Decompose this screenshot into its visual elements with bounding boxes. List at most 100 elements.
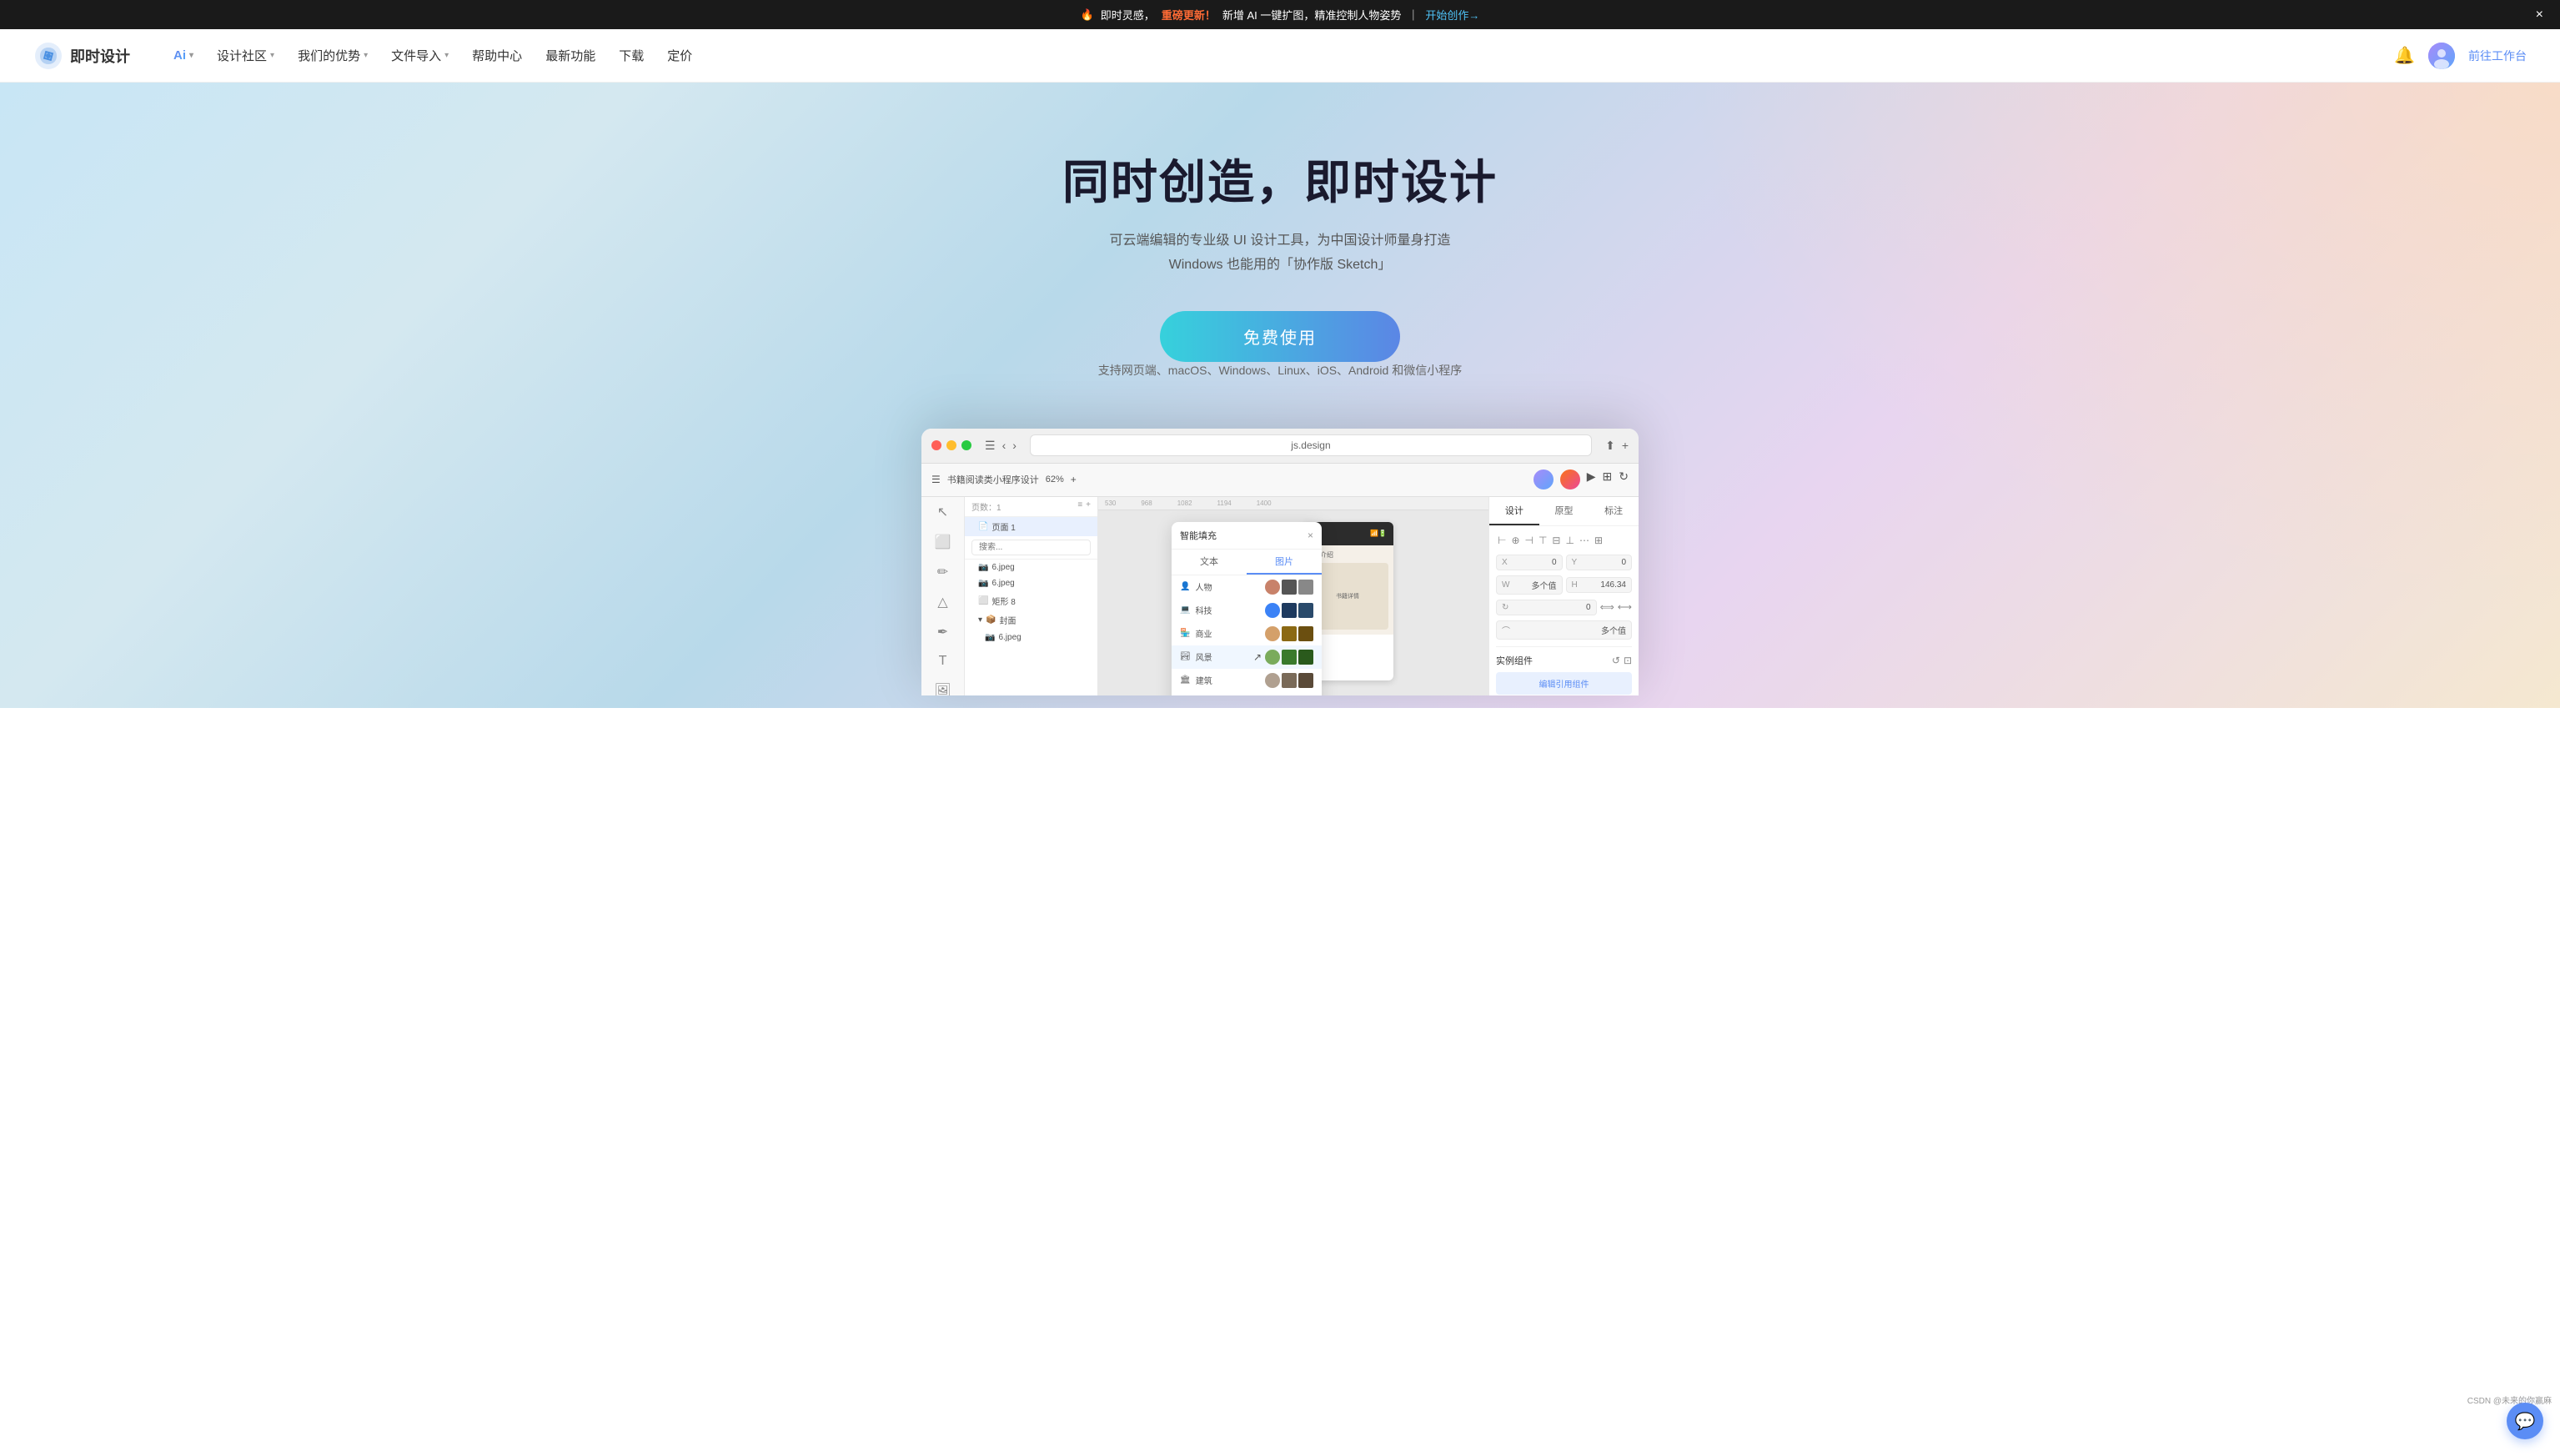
nav-community-label: 设计社区	[217, 47, 267, 64]
announcement-bar: 🔥 即时灵感， 重磅更新！ 新增 AI 一键扩图，精准控制人物姿势 ｜ 开始创作…	[0, 0, 2560, 29]
sf-category-landscape[interactable]: 🏞 风景 ↗	[1172, 645, 1322, 669]
hero-cta-button[interactable]: 免费使用	[1160, 311, 1400, 362]
avatar-img	[2428, 43, 2455, 69]
smart-fill-header: 智能填充 ×	[1172, 522, 1322, 550]
layer-group-icon: ▾	[978, 615, 982, 625]
y-field[interactable]: Y 0	[1566, 555, 1633, 570]
sidebar-pencil-icon[interactable]: ✒	[937, 624, 948, 640]
announcement-cta[interactable]: 开始创作→	[1425, 7, 1479, 23]
smart-fill-close[interactable]: ×	[1308, 530, 1313, 541]
layout-icon[interactable]: ⊞	[1593, 533, 1604, 548]
sidebar-shape-icon[interactable]: △	[937, 594, 947, 610]
browser-sidebar-btn[interactable]: ☰	[985, 439, 996, 453]
tech-sample-3	[1298, 603, 1313, 618]
layer-item-5[interactable]: 📷 6.jpeg	[965, 630, 1097, 645]
align-top-icon[interactable]: ⊤	[1537, 533, 1549, 548]
person-sample-1	[1265, 580, 1280, 595]
edit-component-btn[interactable]: 编辑引用组件	[1496, 672, 1632, 695]
cursor-icon: ↗	[1253, 651, 1262, 663]
toolbar-zoom[interactable]: 62%	[1046, 474, 1064, 484]
traffic-light-green[interactable]	[961, 440, 971, 450]
layer-item-1[interactable]: 📷 6.jpeg	[965, 560, 1097, 575]
goto-workspace-link[interactable]: 前往工作台	[2468, 48, 2527, 64]
smart-fill-tab-text[interactable]: 文本	[1172, 550, 1247, 575]
x-field[interactable]: X 0	[1496, 555, 1563, 570]
flip-v-icon[interactable]: ⟷	[1618, 601, 1632, 613]
layer-file-icon-2: 📷	[978, 579, 988, 588]
corner-row: ⌒ 多个值	[1496, 620, 1632, 640]
sf-category-tech[interactable]: 💻 科技	[1172, 599, 1322, 622]
sf-category-business[interactable]: 🏪 商业	[1172, 622, 1322, 645]
nav-import-label: 文件导入	[391, 47, 441, 64]
address-bar[interactable]: js.design	[1030, 434, 1592, 456]
component-detach-icon[interactable]: ⊡	[1624, 655, 1632, 666]
logo-text: 即时设计	[70, 45, 130, 67]
logo-icon	[33, 41, 63, 71]
nav-item-advantages[interactable]: 我们的优势 ▾	[288, 40, 378, 71]
nav-item-download[interactable]: 下载	[609, 40, 654, 71]
person-sample-2	[1282, 580, 1297, 595]
align-middle-icon[interactable]: ⊟	[1550, 533, 1562, 548]
nav-community-chevron: ▾	[270, 51, 274, 60]
layers-search	[965, 536, 1097, 560]
sf-category-architecture[interactable]: 🏛 建筑	[1172, 669, 1322, 692]
logo[interactable]: 即时设计	[33, 41, 130, 71]
sf-category-food[interactable]: 🍜 美食	[1172, 692, 1322, 695]
layers-options-icon[interactable]: ≡	[1077, 500, 1082, 510]
announcement-close[interactable]: ×	[2536, 8, 2543, 23]
w-field[interactable]: W 多个值	[1496, 575, 1563, 595]
user-avatar[interactable]	[2428, 43, 2455, 69]
notification-bell-icon[interactable]: 🔔	[2394, 45, 2415, 66]
corner-field[interactable]: ⌒ 多个值	[1496, 620, 1632, 640]
layer-item-4[interactable]: ▾ 📦 封面	[965, 610, 1097, 630]
nav-item-import[interactable]: 文件导入 ▾	[381, 40, 459, 71]
sidebar-text-icon[interactable]: T	[939, 654, 947, 669]
align-left-icon[interactable]: ⊢	[1496, 533, 1508, 548]
toolbar-play-icon[interactable]: ▶	[1587, 469, 1596, 490]
sidebar-cursor-icon[interactable]: ↖	[937, 504, 948, 520]
collab-avatar-1	[1533, 469, 1554, 490]
browser-forward-btn[interactable]: ›	[1012, 439, 1016, 453]
traffic-light-yellow[interactable]	[946, 440, 956, 450]
toolbar-project-name[interactable]: 书籍阅读类小程序设计	[947, 473, 1039, 486]
sidebar-frame-icon[interactable]: ⬜	[935, 534, 951, 550]
flip-h-icon[interactable]: ⟺	[1600, 601, 1614, 613]
dp-tab-design[interactable]: 设计	[1489, 497, 1539, 525]
support-chat-button[interactable]: 💬	[2507, 1403, 2543, 1439]
rotation-field[interactable]: ↻ 0	[1496, 600, 1597, 615]
nav-item-pricing[interactable]: 定价	[657, 40, 702, 71]
dp-tab-prototype[interactable]: 原型	[1539, 497, 1589, 525]
nav-item-features[interactable]: 最新功能	[535, 40, 605, 71]
nav-item-help[interactable]: 帮助中心	[462, 40, 532, 71]
sf-category-person[interactable]: 👤 人物	[1172, 575, 1322, 599]
layer-item-2[interactable]: 📷 6.jpeg	[965, 575, 1097, 591]
add-page-icon[interactable]: +	[1086, 500, 1091, 510]
smart-fill-tab-image[interactable]: 图片	[1247, 550, 1322, 575]
browser-share-icon[interactable]: ⬆	[1605, 439, 1615, 453]
h-field[interactable]: H 146.34	[1566, 577, 1633, 593]
land-sample-3	[1298, 650, 1313, 665]
toolbar-add-icon[interactable]: +	[1071, 474, 1077, 485]
nav-item-ai[interactable]: Ai ▾	[163, 42, 203, 69]
dp-tab-annotation[interactable]: 标注	[1589, 497, 1639, 525]
toolbar-grid-icon[interactable]: ⊞	[1603, 469, 1613, 490]
nav-item-community[interactable]: 设计社区 ▾	[207, 40, 284, 71]
navbar-menu: Ai ▾ 设计社区 ▾ 我们的优势 ▾ 文件导入 ▾ 帮助中心 最新功能 下载 …	[163, 40, 2394, 71]
align-right-icon[interactable]: ⊣	[1523, 533, 1535, 548]
traffic-light-red[interactable]	[931, 440, 941, 450]
sidebar-image-icon[interactable]: 🖼	[934, 682, 951, 695]
sidebar-pen-icon[interactable]: ✏	[937, 564, 948, 580]
layer-page-item[interactable]: 📄 页面 1	[965, 517, 1097, 536]
component-reset-icon[interactable]: ↺	[1612, 655, 1620, 666]
canvas-area[interactable]: 530 968 1082 1194 1400 ✦ 整页	[1098, 497, 1488, 695]
distribute-h-icon[interactable]: ⋯	[1578, 533, 1591, 548]
browser-add-tab-icon[interactable]: +	[1622, 439, 1629, 453]
browser-back-btn[interactable]: ‹	[1002, 439, 1006, 453]
toolbar-menu-icon[interactable]: ☰	[931, 474, 941, 485]
layers-search-input[interactable]	[971, 540, 1091, 555]
toolbar-refresh-icon[interactable]: ↻	[1619, 469, 1629, 490]
align-bottom-icon[interactable]: ⊥	[1564, 533, 1575, 548]
browser-chrome: ☰ ‹ › js.design ⬆ +	[921, 429, 1639, 464]
align-center-icon[interactable]: ⊕	[1509, 533, 1521, 548]
layer-item-3[interactable]: ⬜ 矩形 8	[965, 591, 1097, 610]
